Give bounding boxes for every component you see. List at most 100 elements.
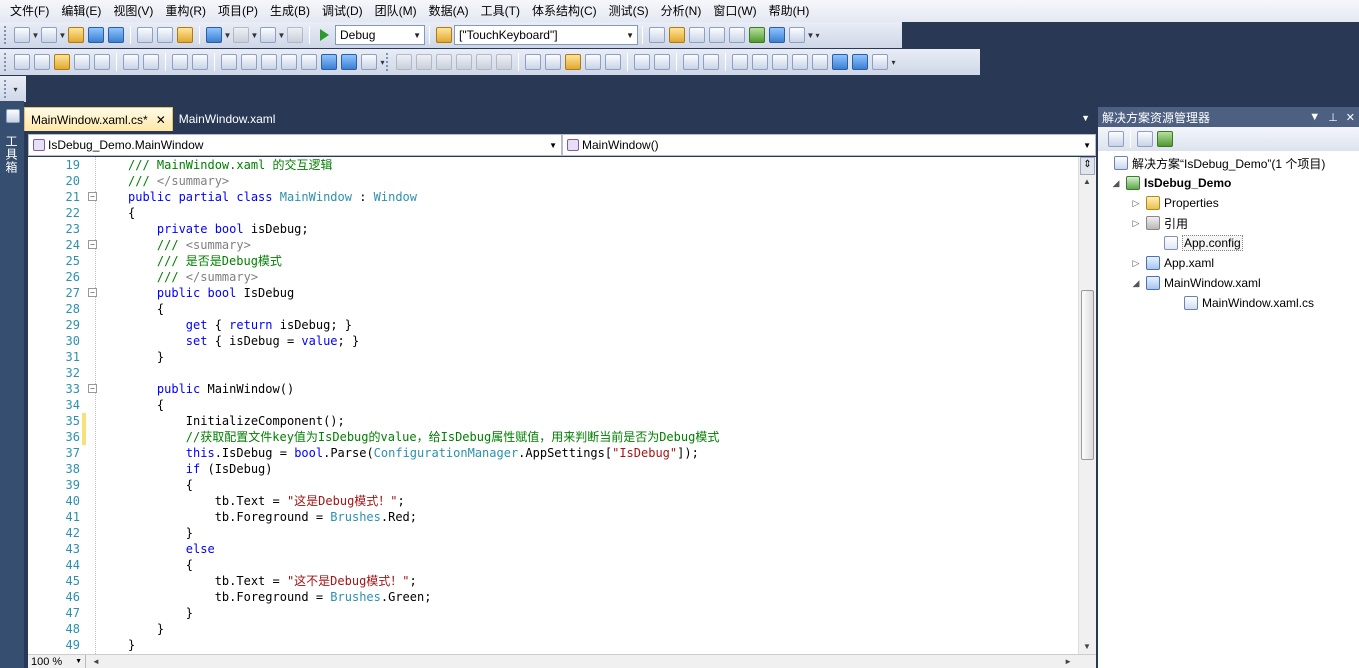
- start-debugging-icon[interactable]: [320, 29, 329, 41]
- menu-edit[interactable]: 编辑(E): [55, 0, 107, 22]
- code-line[interactable]: 41 tb.Foreground = Brushes.Red;: [28, 509, 1078, 525]
- code-line[interactable]: 33− public MainWindow(): [28, 381, 1078, 397]
- menu-refactor[interactable]: 重构(R): [159, 0, 212, 22]
- zoom-select[interactable]: 100 % ▼: [28, 654, 86, 668]
- close-icon[interactable]: ✕: [156, 113, 166, 127]
- member-selector[interactable]: MainWindow() ▼: [562, 134, 1096, 156]
- pin-icon[interactable]: ⊥: [1328, 111, 1338, 124]
- code-line[interactable]: 30 set { isDebug = value; }: [28, 333, 1078, 349]
- code-line[interactable]: 23 private bool isDebug;: [28, 221, 1078, 237]
- display-quick-info-icon[interactable]: [54, 54, 70, 70]
- code-line[interactable]: 48 }: [28, 621, 1078, 637]
- next-bookmark-icon[interactable]: [261, 54, 277, 70]
- vertical-scrollbar[interactable]: ⇕ ▲ ▼: [1078, 157, 1096, 654]
- toolbox-sidebar[interactable]: 工具箱: [0, 101, 24, 668]
- code-line[interactable]: 24− /// <summary>: [28, 237, 1078, 253]
- next-bookmark-in-document-icon[interactable]: [341, 54, 357, 70]
- display-word-completion-icon[interactable]: [74, 54, 90, 70]
- scroll-right-icon[interactable]: ►: [1064, 657, 1072, 666]
- menu-project[interactable]: 项目(P): [212, 0, 264, 22]
- tab-list-dropdown-icon[interactable]: ▼: [1081, 113, 1090, 123]
- code-line[interactable]: 25 /// 是否是Debug模式: [28, 253, 1078, 269]
- undo-icon[interactable]: [206, 27, 222, 43]
- code-line[interactable]: 31 }: [28, 349, 1078, 365]
- collapse-icon[interactable]: −: [88, 240, 97, 249]
- menu-test[interactable]: 测试(S): [603, 0, 655, 22]
- menu-window[interactable]: 窗口(W): [707, 0, 762, 22]
- toolbox-label[interactable]: 工具箱: [3, 135, 20, 174]
- code-line[interactable]: 27− public bool IsDebug: [28, 285, 1078, 301]
- code-line[interactable]: 29 get { return isDebug; }: [28, 317, 1078, 333]
- code-line[interactable]: 21− public partial class MainWindow : Win…: [28, 189, 1078, 205]
- redo-icon[interactable]: [233, 27, 249, 43]
- next-bookmark-in-folder-icon[interactable]: [301, 54, 317, 70]
- clear-bookmarks-icon[interactable]: [872, 54, 888, 70]
- display-object-member-list-icon[interactable]: [525, 54, 541, 70]
- code-line[interactable]: 49}: [28, 637, 1078, 653]
- dropdown-arrow-icon[interactable]: ▼: [224, 27, 232, 43]
- dropdown-arrow-icon[interactable]: ▼: [251, 27, 259, 43]
- code-line[interactable]: 37 this.IsDebug = bool.Parse(Configurati…: [28, 445, 1078, 461]
- toolbar-grip[interactable]: [4, 26, 8, 44]
- extension-manager-icon[interactable]: [769, 27, 785, 43]
- code-line[interactable]: 28 {: [28, 301, 1078, 317]
- expand-icon[interactable]: ▷: [1130, 218, 1142, 229]
- find-icon[interactable]: [649, 27, 665, 43]
- toggle-word-wrap-icon[interactable]: [605, 54, 621, 70]
- toggle-bookmark-icon[interactable]: [221, 54, 237, 70]
- code-line[interactable]: 43 else: [28, 541, 1078, 557]
- decrease-indent-icon[interactable]: [634, 54, 650, 70]
- add-item-icon[interactable]: [41, 27, 57, 43]
- code-line[interactable]: 26 /// </summary>: [28, 269, 1078, 285]
- next-bookmark-in-folder-icon[interactable]: [812, 54, 828, 70]
- toggle-bookmark-icon[interactable]: [732, 54, 748, 70]
- scroll-left-icon[interactable]: ◄: [92, 657, 100, 666]
- close-icon[interactable]: ✕: [1346, 111, 1355, 124]
- copy-icon[interactable]: [157, 27, 173, 43]
- comment-out-icon[interactable]: [172, 54, 188, 70]
- previous-bookmark-in-folder-icon[interactable]: [281, 54, 297, 70]
- display-object-member-list-icon[interactable]: [14, 54, 30, 70]
- tree-item[interactable]: ▷ App.xaml: [1130, 253, 1214, 273]
- scroll-up-icon[interactable]: ▲: [1083, 177, 1091, 186]
- tree-item[interactable]: ◢ IsDebug_Demo: [1110, 173, 1231, 193]
- navigate-backward-icon[interactable]: [260, 27, 276, 43]
- toolbar-grip[interactable]: [4, 80, 8, 98]
- menu-build[interactable]: 生成(B): [264, 0, 316, 22]
- tree-item[interactable]: ▷ Properties: [1130, 193, 1219, 213]
- cut-icon[interactable]: [137, 27, 153, 43]
- display-word-completion-icon[interactable]: [585, 54, 601, 70]
- uncomment-icon[interactable]: [703, 54, 719, 70]
- code-line[interactable]: 42 }: [28, 525, 1078, 541]
- scroll-down-icon[interactable]: ▼: [1083, 642, 1091, 651]
- code-text-area[interactable]: 19 /// MainWindow.xaml 的交互逻辑 20 /// </summa…: [28, 157, 1078, 654]
- code-line[interactable]: 39 {: [28, 477, 1078, 493]
- display-quick-info-icon[interactable]: [565, 54, 581, 70]
- display-parameter-info-icon[interactable]: [34, 54, 50, 70]
- window-position-icon[interactable]: ▼: [1309, 111, 1320, 124]
- scrollbar-thumb[interactable]: [1081, 290, 1094, 460]
- previous-bookmark-icon[interactable]: [752, 54, 768, 70]
- toolbar-options-icon[interactable]: ▾: [12, 81, 19, 97]
- menu-data[interactable]: 数据(A): [423, 0, 475, 22]
- save-all-icon[interactable]: [108, 27, 124, 43]
- clear-bookmarks-icon[interactable]: [361, 54, 377, 70]
- tree-item[interactable]: ▷ 引用: [1130, 213, 1188, 233]
- solution-configuration-select[interactable]: Debug ▼: [335, 25, 425, 45]
- code-line[interactable]: 46 tb.Foreground = Brushes.Green;: [28, 589, 1078, 605]
- code-line[interactable]: 34 {: [28, 397, 1078, 413]
- menu-architecture[interactable]: 体系结构(C): [526, 0, 603, 22]
- start-page-icon[interactable]: [749, 27, 765, 43]
- code-editor[interactable]: 19 /// MainWindow.xaml 的交互逻辑 20 /// </summa…: [28, 157, 1096, 654]
- menu-view[interactable]: 视图(V): [107, 0, 159, 22]
- code-line[interactable]: 38 if (IsDebug): [28, 461, 1078, 477]
- collapse-icon[interactable]: ◢: [1130, 278, 1142, 289]
- tab-mainwindow-xaml[interactable]: MainWindow.xaml: [173, 107, 282, 131]
- object-browser-icon[interactable]: [709, 27, 725, 43]
- find-in-files-icon[interactable]: [436, 27, 452, 43]
- menu-tools[interactable]: 工具(T): [475, 0, 526, 22]
- uncomment-icon[interactable]: [192, 54, 208, 70]
- dropdown-arrow-icon[interactable]: ▼: [278, 27, 286, 43]
- navigate-forward-icon[interactable]: [287, 27, 303, 43]
- menu-analyze[interactable]: 分析(N): [655, 0, 708, 22]
